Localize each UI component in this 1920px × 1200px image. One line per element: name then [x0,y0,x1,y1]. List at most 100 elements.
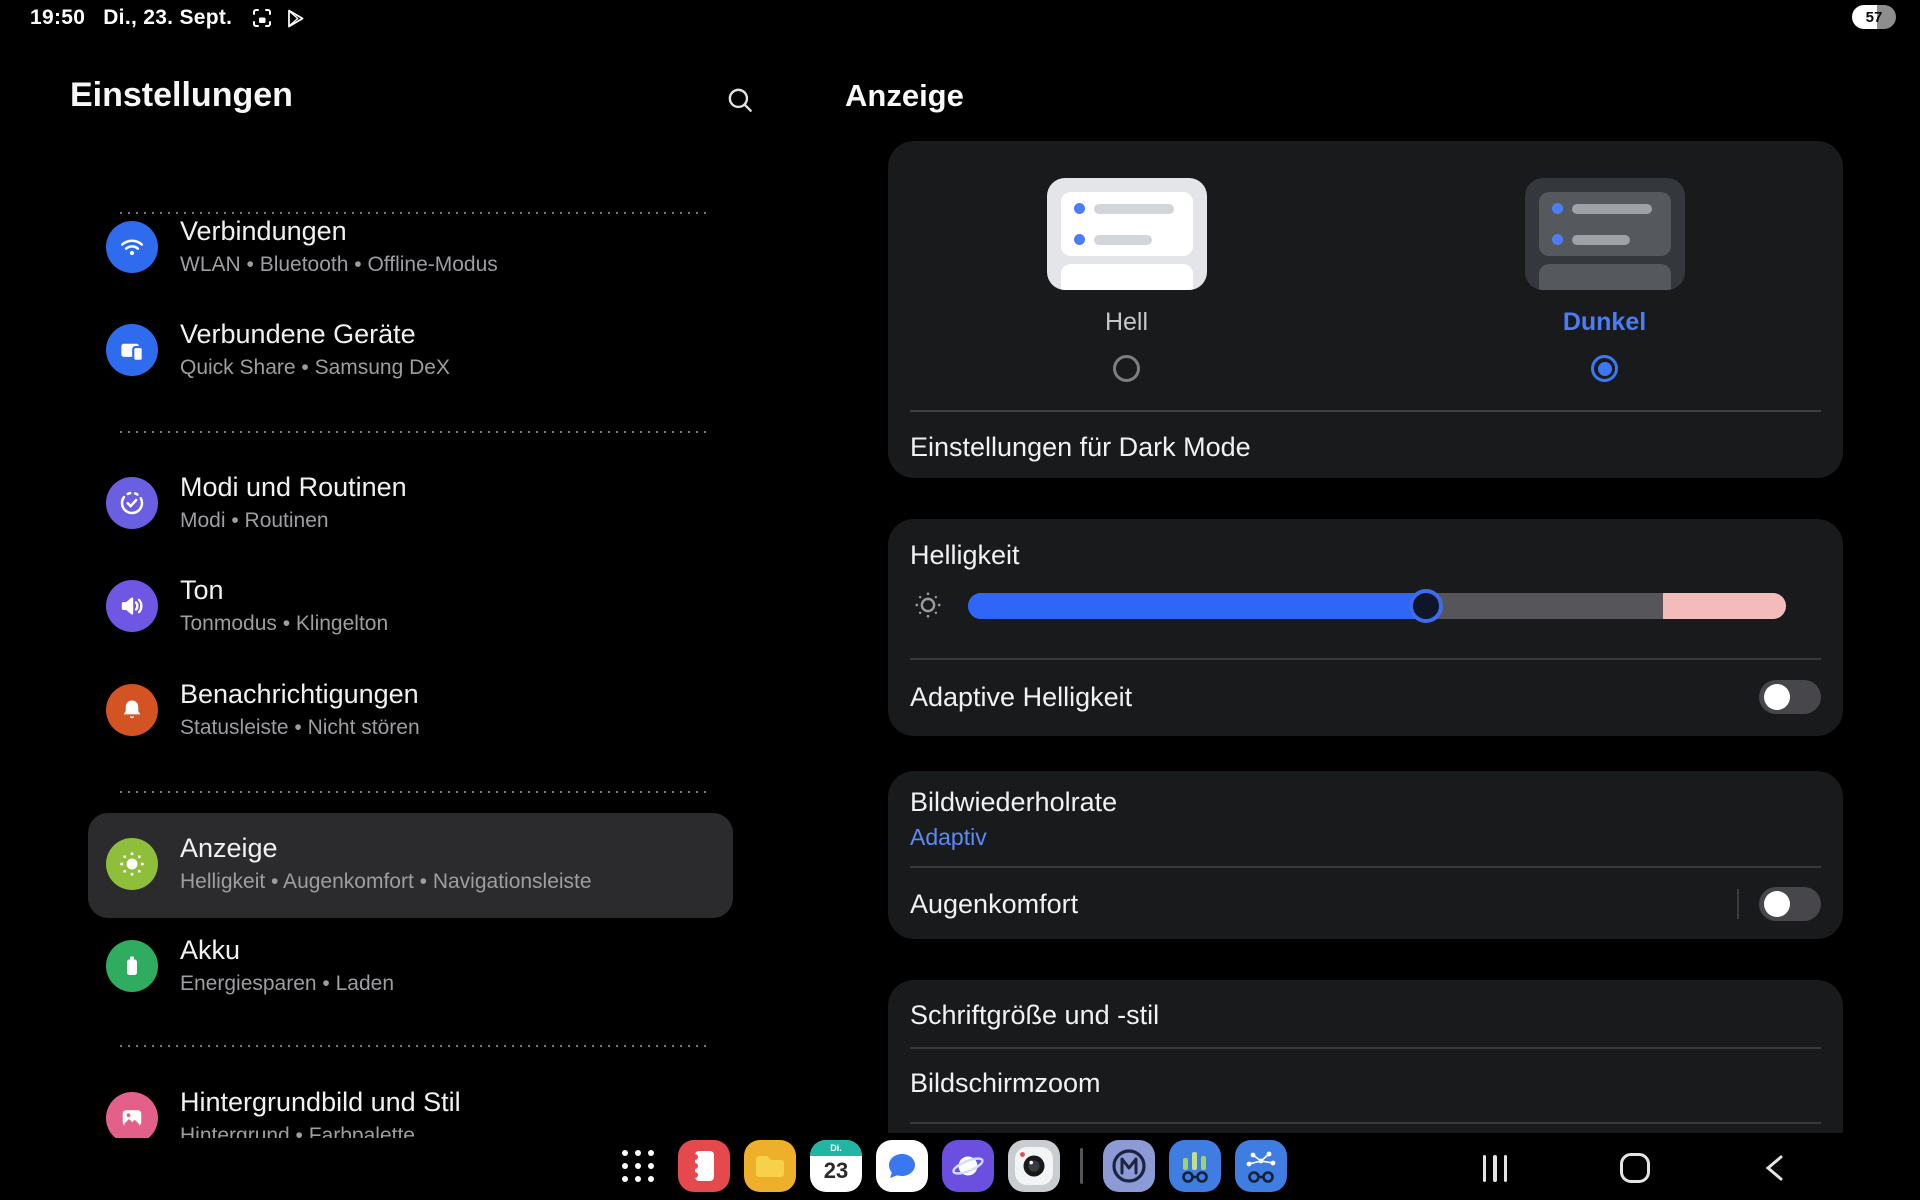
brightness-title-row: Helligkeit [888,539,1843,571]
dark-theme-label: Dunkel [1563,308,1646,337]
home-icon [1620,1153,1650,1183]
search-button[interactable] [722,82,758,118]
item-sub: WLAN • Bluetooth • Offline-Modus [180,253,498,277]
card-divider [910,1047,1821,1049]
card-divider [910,410,1821,412]
battery-percent: 57 [1866,9,1883,26]
item-label: Modi und Routinen [180,472,407,502]
brightness-extra-zone [1663,593,1786,619]
item-label: Verbindungen [180,216,498,246]
card-divider [910,658,1821,660]
item-sub: Statusleiste • Nicht stören [180,716,420,740]
wifi-icon [106,221,158,273]
brightness-thumb[interactable] [1409,589,1443,623]
item-sub: Tonmodus • Klingelton [180,612,388,636]
item-label: Ton [180,575,388,605]
item-sub: Quick Share • Samsung DeX [180,356,450,380]
dark-mode-settings-label: Einstellungen für Dark Mode [910,432,1251,463]
group-divider [118,1044,706,1047]
dark-mode-settings-row[interactable]: Einstellungen für Dark Mode [888,417,1843,478]
brightness-label: Helligkeit [910,540,1020,571]
display-options-card: Bildwiederholrate Adaptiv Augenkomfort [888,771,1843,939]
dock-separator [1080,1148,1083,1184]
sidebar-item-hintergrundbild[interactable]: Hintergrundbild und Stil Hintergrund • F… [106,1087,461,1138]
item-label: Akku [180,935,394,965]
brightness-slider[interactable] [968,593,1786,619]
eye-comfort-row[interactable]: Augenkomfort [888,873,1843,935]
item-label: Anzeige [180,833,592,863]
taskbar-dock: Di. 23 [612,1140,1287,1192]
adaptive-brightness-row[interactable]: Adaptive Helligkeit [888,665,1843,729]
eye-comfort-toggle[interactable] [1759,887,1821,921]
sidebar-item-modi-und-routinen[interactable]: Modi und Routinen Modi • Routinen [106,472,407,533]
theme-option-light[interactable]: Hell [888,141,1365,411]
theme-option-dark[interactable]: Dunkel [1366,141,1843,411]
internet-app-icon[interactable] [942,1140,994,1192]
battery-icon [106,940,158,992]
adaptive-brightness-toggle[interactable] [1759,680,1821,714]
card-divider [910,1122,1821,1124]
font-size-row[interactable]: Schriftgröße und -stil [888,986,1843,1044]
card-divider [910,866,1821,868]
item-label: Benachrichtigungen [180,679,420,709]
row-separator [1737,889,1740,919]
speaker-icon [106,580,158,632]
brightness-card: Helligkeit Adaptive Helligkeit [888,519,1843,736]
notes-app-icon[interactable] [678,1140,730,1192]
back-button[interactable] [1747,1146,1803,1190]
sidebar-item-ton[interactable]: Ton Tonmodus • Klingelton [106,575,388,636]
search-icon [724,84,756,116]
devices-icon [106,324,158,376]
adaptive-brightness-label: Adaptive Helligkeit [910,682,1132,713]
screen-zoom-label: Bildschirmzoom [910,1068,1101,1099]
screen-zoom-row[interactable]: Bildschirmzoom [888,1054,1843,1112]
settings-screen: 19:50 Di., 23. Sept. [0,0,1920,1200]
my-files-app-icon[interactable] [744,1140,796,1192]
font-size-label: Schriftgröße und -stil [910,1000,1159,1031]
item-label: Hintergrundbild und Stil [180,1087,461,1117]
eye-comfort-label: Augenkomfort [910,889,1078,920]
group-divider [118,211,706,214]
calendar-day: 23 [810,1158,862,1184]
app-bar-chart-glasses-icon[interactable] [1169,1140,1221,1192]
dark-theme-preview-icon [1525,178,1685,290]
group-divider [118,430,706,433]
calendar-app-icon[interactable]: Di. 23 [810,1140,862,1192]
brightness-fill [968,593,1426,619]
sidebar-item-verbundene-geraete[interactable]: Verbundene Geräte Quick Share • Samsung … [106,319,450,380]
home-button[interactable] [1607,1146,1663,1190]
app-brain-glasses-icon[interactable] [1235,1140,1287,1192]
item-sub: Modi • Routinen [180,509,407,533]
camera-app-icon[interactable] [1008,1140,1060,1192]
back-icon [1762,1153,1788,1183]
recents-button[interactable] [1467,1146,1523,1190]
sidebar-item-anzeige[interactable]: Anzeige Helligkeit • Augenkomfort • Navi… [106,833,592,894]
light-radio[interactable] [1113,355,1140,382]
modes-check-icon [106,477,158,529]
refresh-rate-label: Bildwiederholrate [910,787,1117,818]
brightness-sun-icon [912,589,944,626]
detail-title: Anzeige [845,78,964,114]
item-sub: Energiesparen • Laden [180,972,394,996]
messages-app-icon[interactable] [876,1140,928,1192]
dark-radio[interactable] [1591,355,1618,382]
page-title: Einstellungen [70,76,293,115]
refresh-rate-row[interactable]: Bildwiederholrate Adaptiv [888,783,1843,855]
refresh-rate-value: Adaptiv [910,824,987,851]
settings-sidebar: Einstellungen Verbindungen WLAN • Blueto… [0,0,845,1138]
sidebar-item-akku[interactable]: Akku Energiesparen • Laden [106,935,394,996]
font-card: Schriftgröße und -stil Bildschirmzoom [888,980,1843,1133]
sidebar-item-verbindungen[interactable]: Verbindungen WLAN • Bluetooth • Offline-… [106,216,498,277]
theme-card: Hell Dunkel Einstellungen für Dark Mode [888,141,1843,478]
recents-icon [1483,1155,1508,1182]
item-label: Verbundene Geräte [180,319,450,349]
light-theme-label: Hell [1105,308,1148,337]
app-m-logo-icon[interactable] [1103,1140,1155,1192]
group-divider [118,790,706,793]
battery-indicator: 57 [1852,5,1896,29]
apps-drawer-icon[interactable] [612,1140,664,1192]
wallpaper-icon [106,1092,158,1139]
sidebar-item-benachrichtigungen[interactable]: Benachrichtigungen Statusleiste • Nicht … [106,679,420,740]
item-sub: Helligkeit • Augenkomfort • Navigationsl… [180,870,592,894]
calendar-weekday: Di. [810,1140,862,1156]
